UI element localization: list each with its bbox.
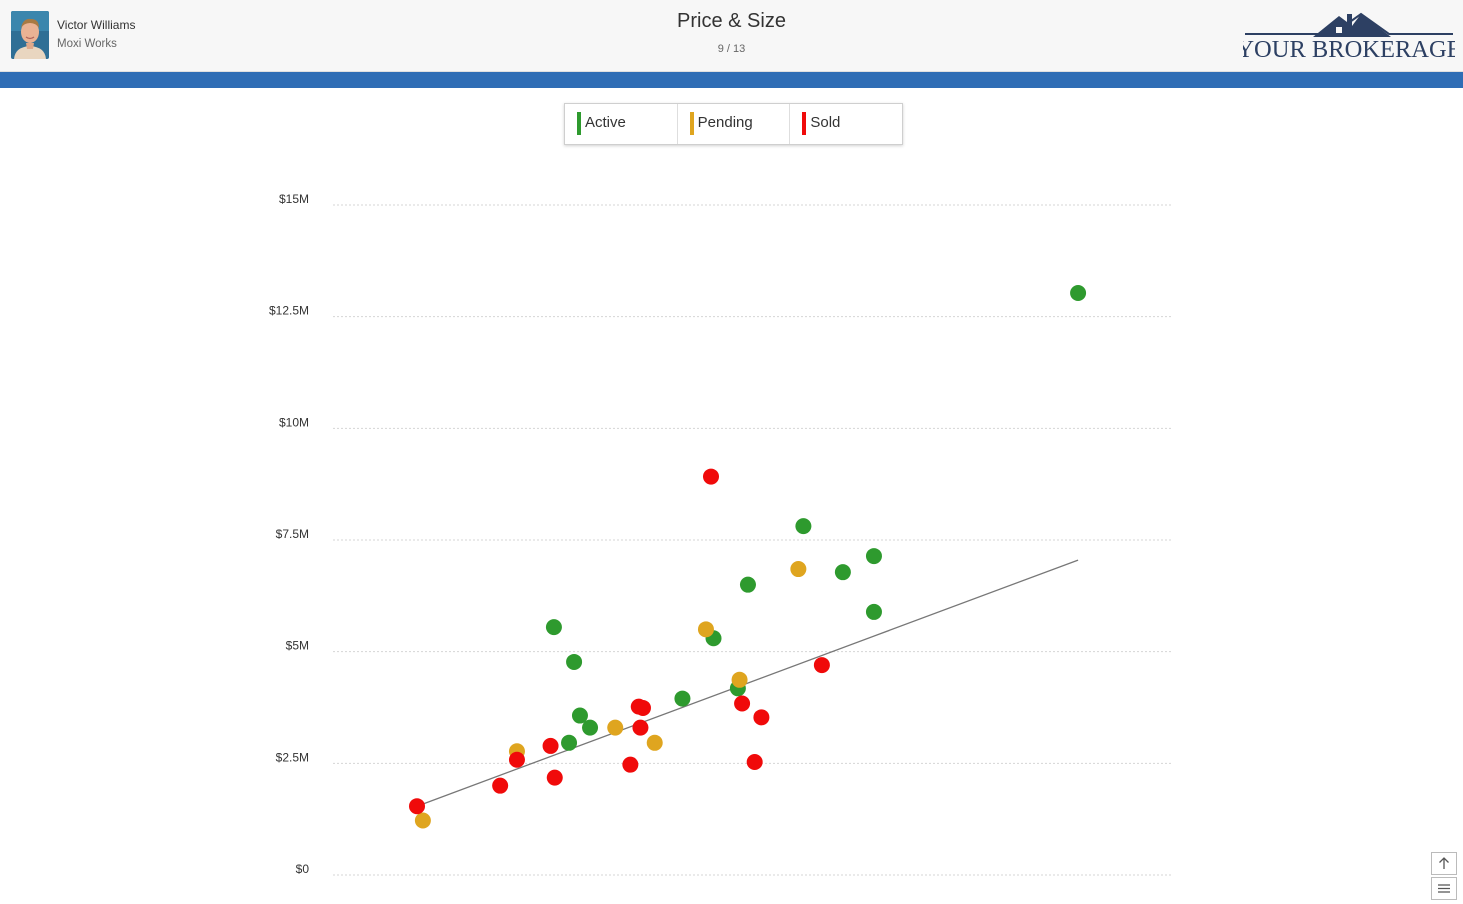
data-point-sold[interactable] xyxy=(409,798,425,815)
data-point-sold[interactable] xyxy=(753,709,770,726)
data-point-sold[interactable] xyxy=(734,695,751,712)
data-point-pending[interactable] xyxy=(646,734,663,751)
data-point-active[interactable] xyxy=(674,690,691,707)
data-point-pending[interactable] xyxy=(697,621,714,638)
data-point-active[interactable] xyxy=(582,719,599,736)
y-tick-label: $15M xyxy=(279,192,309,206)
data-points xyxy=(409,284,1087,829)
arrow-up-icon xyxy=(1439,857,1449,869)
data-point-active[interactable] xyxy=(834,564,851,581)
data-point-sold[interactable] xyxy=(508,751,525,768)
y-tick-label: $7.5M xyxy=(276,527,309,541)
data-point-sold[interactable] xyxy=(634,699,651,716)
data-point-sold[interactable] xyxy=(542,737,559,754)
menu-button[interactable] xyxy=(1431,877,1457,900)
data-point-sold[interactable] xyxy=(622,756,639,773)
data-point-sold[interactable] xyxy=(492,777,509,794)
data-point-pending[interactable] xyxy=(607,719,624,736)
data-point-active[interactable] xyxy=(865,603,882,620)
y-tick-label: $12.5M xyxy=(269,304,309,318)
trend-line-layer xyxy=(416,559,1079,807)
y-axis-ticks: $0 $2.5M $5M $7.5M $10M $12.5M $15M xyxy=(269,192,309,876)
data-point-sold[interactable] xyxy=(813,657,830,674)
data-point-sold[interactable] xyxy=(632,719,649,736)
series-pending xyxy=(414,561,807,829)
data-point-active[interactable] xyxy=(566,653,583,670)
data-point-pending[interactable] xyxy=(790,561,807,578)
data-point-sold[interactable] xyxy=(703,468,719,485)
y-tick-label: $2.5M xyxy=(276,750,309,764)
y-tick-label: $10M xyxy=(279,415,309,429)
gridlines xyxy=(333,204,1173,876)
data-point-active[interactable] xyxy=(545,619,562,636)
data-point-sold[interactable] xyxy=(546,769,563,786)
data-point-pending[interactable] xyxy=(414,812,431,829)
scroll-to-top-button[interactable] xyxy=(1431,852,1457,875)
trend-line xyxy=(416,559,1079,807)
data-point-active[interactable] xyxy=(739,576,756,593)
data-point-active[interactable] xyxy=(1070,284,1087,301)
series-sold xyxy=(409,468,830,815)
series-active xyxy=(545,284,1087,751)
hamburger-menu-icon xyxy=(1438,884,1450,893)
data-point-active[interactable] xyxy=(795,518,812,535)
y-tick-label: $5M xyxy=(286,639,309,653)
data-point-pending[interactable] xyxy=(731,671,748,688)
data-point-active[interactable] xyxy=(865,548,882,565)
data-point-active[interactable] xyxy=(561,734,578,751)
data-point-sold[interactable] xyxy=(746,753,763,770)
y-tick-label: $0 xyxy=(296,862,310,876)
price-size-scatter-chart: $0 $2.5M $5M $7.5M $10M $12.5M $15M xyxy=(269,192,1173,876)
